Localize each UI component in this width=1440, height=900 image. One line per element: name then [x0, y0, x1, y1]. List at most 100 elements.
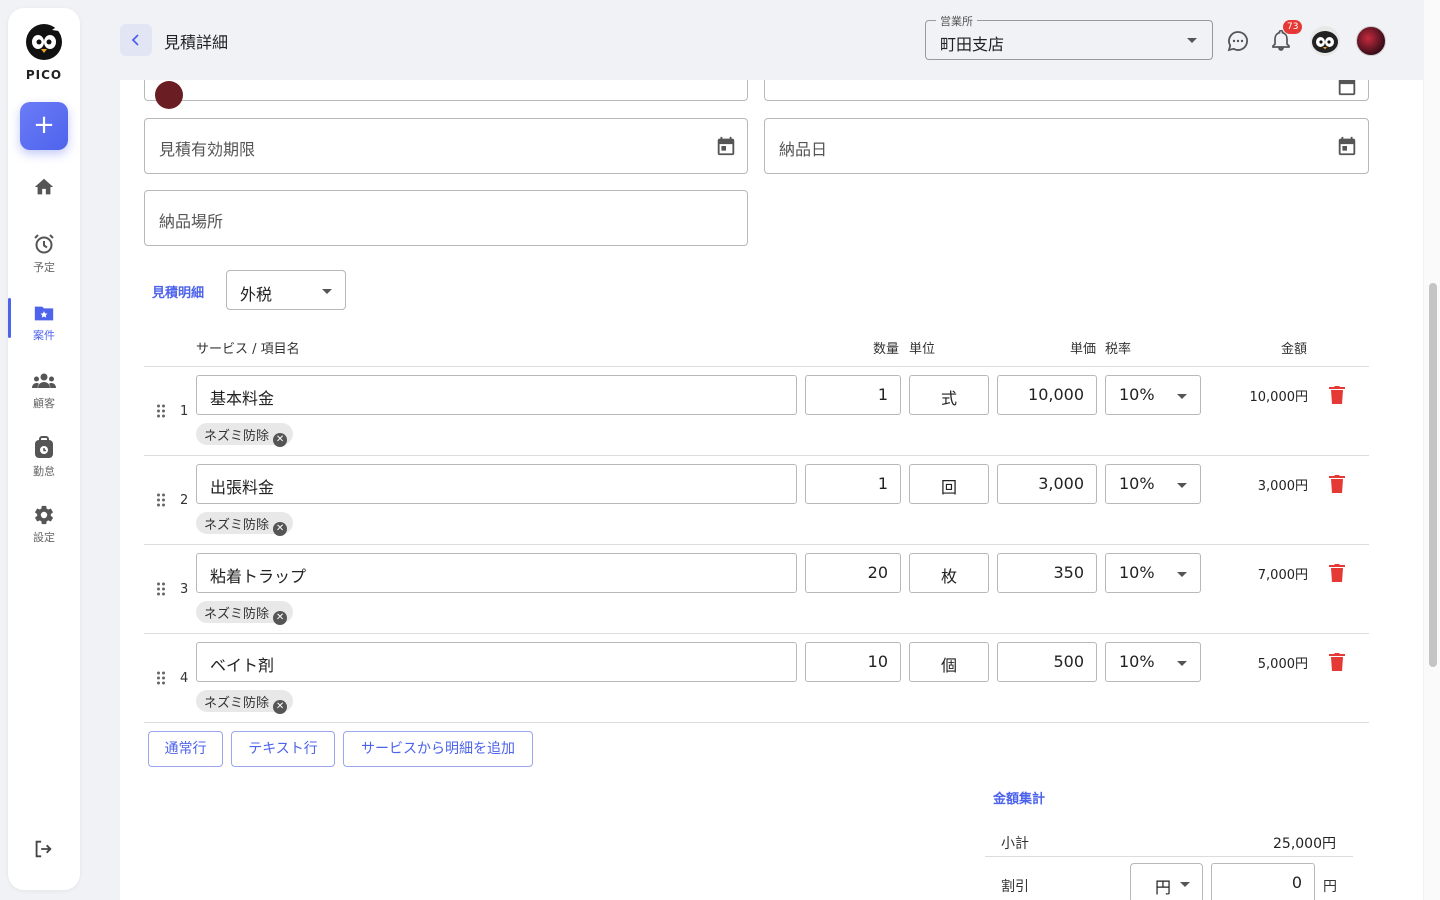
delete-row-button[interactable]: [1328, 385, 1346, 405]
sidebar-item-projects[interactable]: 案件: [8, 302, 80, 343]
sidebar-item-attendance[interactable]: 勤怠: [8, 436, 80, 479]
discount-unit-value: 円: [1155, 878, 1172, 897]
app-logo[interactable]: PICO: [8, 22, 80, 82]
alarm-clock-icon: [34, 234, 54, 254]
drag-handle-icon[interactable]: [156, 493, 166, 507]
tax-rate-value: 10%: [1119, 652, 1155, 671]
penguin-logo-icon: [26, 24, 62, 60]
delete-row-button[interactable]: [1328, 652, 1346, 672]
service-tag[interactable]: ネズミ防除 ✕: [196, 601, 294, 625]
service-tag[interactable]: ネズミ防除 ✕: [196, 512, 294, 536]
service-tag[interactable]: ネズミ防除 ✕: [196, 423, 294, 447]
remove-tag-icon[interactable]: ✕: [273, 433, 288, 447]
drag-handle-icon[interactable]: [156, 671, 166, 685]
scrollbar-thumb[interactable]: [1429, 283, 1437, 667]
timecard-icon: [35, 436, 53, 458]
logo-text: PICO: [25, 68, 63, 82]
row-number: 2: [180, 493, 189, 508]
folder-star-icon: [34, 306, 54, 321]
item-name-input[interactable]: 出張料金: [196, 464, 797, 504]
add-from-service-button[interactable]: サービスから明細を追加: [343, 731, 533, 767]
delivery-date-field[interactable]: 納品日: [764, 118, 1369, 174]
delete-row-button[interactable]: [1328, 563, 1346, 583]
item-name-input[interactable]: 粘着トラップ: [196, 553, 797, 593]
row-amount: 7,000円: [1257, 568, 1308, 583]
sidebar-item-schedule[interactable]: 予定: [8, 232, 80, 275]
drag-handle-icon[interactable]: [156, 582, 166, 596]
remove-tag-icon[interactable]: ✕: [273, 700, 288, 714]
col-header-amount: 金額: [1281, 342, 1308, 357]
drag-handle-icon[interactable]: [156, 404, 166, 418]
page-title: 見積詳細: [164, 33, 229, 52]
sidebar: PICO + 予定 案件 顧客 勤怠 設定: [8, 8, 80, 890]
remove-tag-icon[interactable]: ✕: [273, 611, 288, 625]
sidebar-item-home[interactable]: [8, 176, 80, 198]
tax-mode-select[interactable]: 外税: [226, 270, 346, 310]
unit-input[interactable]: 式: [909, 375, 989, 415]
notification-badge: 73: [1283, 20, 1303, 34]
subtotal-label: 小計: [1001, 836, 1029, 852]
unit-input[interactable]: 枚: [909, 553, 989, 593]
row-amount: 3,000円: [1257, 479, 1308, 494]
price-input[interactable]: 10,000: [997, 375, 1097, 415]
price-input[interactable]: 350: [997, 553, 1097, 593]
expiry-date-field[interactable]: 見積有効期限: [144, 118, 748, 174]
service-tag-label: ネズミ防除: [204, 696, 270, 711]
discount-input[interactable]: 0: [1211, 863, 1315, 900]
office-select[interactable]: 営業所 町田支店: [925, 13, 1213, 60]
tax-rate-select[interactable]: 10%: [1105, 464, 1201, 504]
chevron-down-icon: [1177, 661, 1187, 666]
details-section-label: 見積明細: [152, 286, 205, 301]
delete-row-button[interactable]: [1328, 474, 1346, 494]
service-tag-label: ネズミ防除: [204, 429, 270, 444]
unit-input[interactable]: 個: [909, 642, 989, 682]
sidebar-item-customers[interactable]: 顧客: [8, 370, 80, 411]
divider: [144, 366, 1369, 367]
add-normal-row-button[interactable]: 通常行: [148, 731, 223, 767]
office-label: 営業所: [936, 13, 977, 29]
discount-label: 割引: [1001, 879, 1029, 895]
tax-mode-value: 外税: [240, 285, 273, 304]
remove-tag-icon[interactable]: ✕: [273, 522, 288, 536]
chevron-down-icon: [1177, 572, 1187, 577]
tax-rate-select[interactable]: 10%: [1105, 375, 1201, 415]
add-text-row-button[interactable]: テキスト行: [231, 731, 335, 767]
discount-unit-select[interactable]: 円: [1130, 863, 1203, 900]
back-button[interactable]: [120, 24, 152, 56]
tax-rate-value: 10%: [1119, 385, 1155, 404]
logout-icon: [35, 840, 52, 858]
qty-input[interactable]: 20: [805, 553, 901, 593]
unit-input[interactable]: 回: [909, 464, 989, 504]
price-input[interactable]: 3,000: [997, 464, 1097, 504]
row-amount: 5,000円: [1257, 657, 1308, 672]
tax-rate-select[interactable]: 10%: [1105, 642, 1201, 682]
sidebar-item-label: 予定: [33, 261, 55, 274]
expiry-date-placeholder: 見積有効期限: [159, 140, 256, 159]
qty-input[interactable]: 10: [805, 642, 901, 682]
delivery-place-field[interactable]: 納品場所: [144, 190, 748, 246]
qty-input[interactable]: 1: [805, 375, 901, 415]
col-header-unit: 単位: [909, 342, 936, 357]
col-header-price: 単価: [1070, 342, 1097, 357]
tax-rate-value: 10%: [1119, 563, 1155, 582]
row-number: 4: [180, 671, 189, 686]
user-avatar[interactable]: [1356, 26, 1386, 56]
calendar-icon[interactable]: [1336, 135, 1358, 157]
top-header: 見積詳細 営業所 町田支店 73: [120, 0, 1423, 80]
item-name-input[interactable]: 基本料金: [196, 375, 797, 415]
service-tag[interactable]: ネズミ防除 ✕: [196, 690, 294, 714]
sidebar-item-settings[interactable]: 設定: [8, 504, 80, 545]
create-button[interactable]: +: [20, 102, 68, 150]
logout-button[interactable]: [32, 838, 54, 864]
calendar-icon[interactable]: [715, 135, 737, 157]
tax-rate-select[interactable]: 10%: [1105, 553, 1201, 593]
tax-rate-value: 10%: [1119, 474, 1155, 493]
sidebar-item-label: 顧客: [33, 397, 55, 410]
divider: [144, 455, 1369, 456]
chat-icon[interactable]: [1226, 29, 1250, 53]
delivery-date-placeholder: 納品日: [779, 140, 828, 159]
price-input[interactable]: 500: [997, 642, 1097, 682]
qty-input[interactable]: 1: [805, 464, 901, 504]
penguin-avatar-icon[interactable]: [1310, 26, 1340, 56]
item-name-input[interactable]: ベイト剤: [196, 642, 797, 682]
